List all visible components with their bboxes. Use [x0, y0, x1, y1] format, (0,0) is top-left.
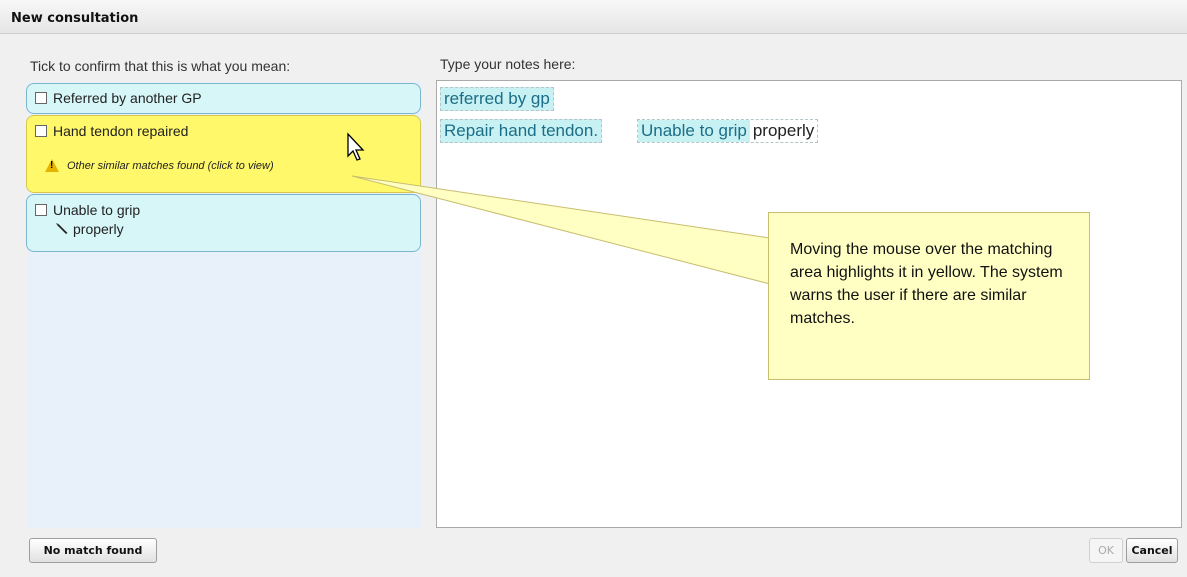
ok-button[interactable]: OK [1089, 538, 1123, 563]
cancel-button[interactable]: Cancel [1126, 538, 1178, 563]
callout-box: Moving the mouse over the matching area … [768, 212, 1090, 380]
mouse-cursor-icon [347, 132, 365, 161]
callout-text: Moving the mouse over the matching area … [790, 241, 1063, 327]
no-match-button[interactable]: No match found [29, 538, 157, 563]
